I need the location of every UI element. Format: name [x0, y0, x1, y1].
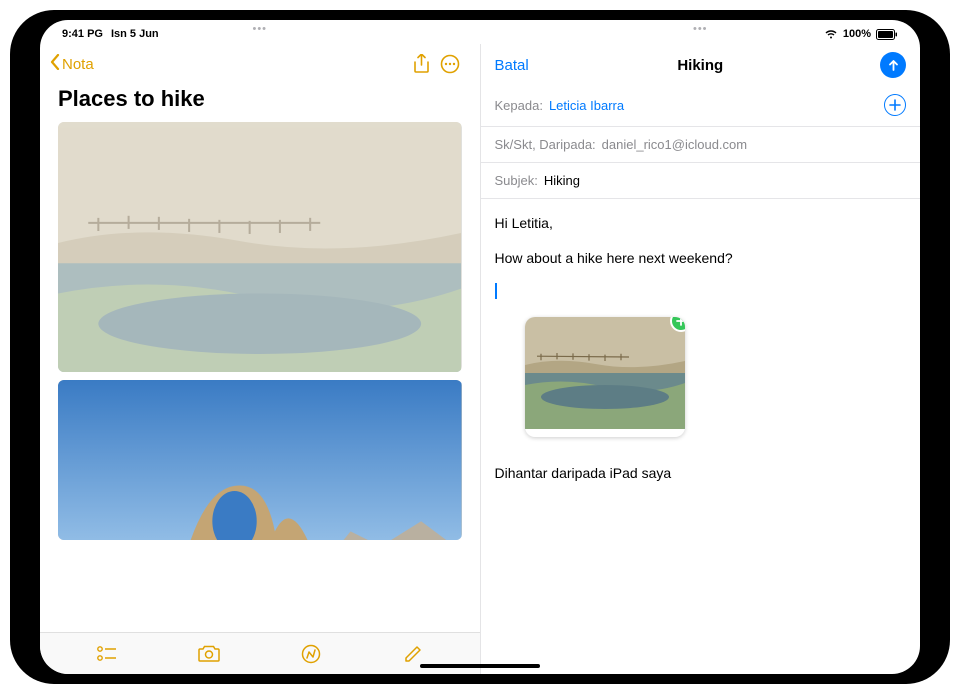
from-label: Sk/Skt, Daripada:: [495, 137, 596, 152]
mail-title: Hiking: [677, 57, 723, 74]
home-indicator[interactable]: [420, 664, 540, 668]
share-icon: [413, 54, 430, 74]
send-icon: [887, 59, 900, 72]
battery-icon: [876, 28, 898, 40]
status-battery-pct: 100%: [843, 28, 871, 40]
multitask-dots-right[interactable]: •••: [693, 23, 708, 35]
notes-toolbar: Nota: [40, 44, 480, 82]
camera-icon: [198, 645, 220, 662]
subject-label: Subjek:: [495, 173, 538, 188]
to-label: Kepada:: [495, 98, 543, 113]
markup-button[interactable]: [297, 640, 325, 668]
notes-bottom-toolbar: [40, 632, 480, 674]
note-image-1[interactable]: [58, 122, 462, 372]
mail-signature: Dihantar daripada iPad saya: [495, 463, 907, 484]
checklist-icon: [97, 646, 117, 662]
from-row[interactable]: Sk/Skt, Daripada: daniel_rico1@icloud.co…: [481, 127, 921, 163]
to-row[interactable]: Kepada: Leticia Ibarra: [481, 84, 921, 127]
ipad-frame: 9:41 PG Isn 5 Jun 100% •••: [10, 10, 950, 684]
wifi-icon: [824, 28, 838, 40]
cancel-button[interactable]: Batal: [495, 57, 529, 74]
multitask-dots-left[interactable]: •••: [252, 23, 267, 35]
note-title[interactable]: Places to hike: [40, 82, 480, 122]
back-button[interactable]: Nota: [50, 54, 94, 74]
screen: 9:41 PG Isn 5 Jun 100% •••: [40, 20, 920, 674]
compose-icon: [403, 644, 423, 664]
mail-pane: ••• Batal Hiking Kepada: Leticia Ibarra …: [481, 20, 921, 674]
to-recipient[interactable]: Leticia Ibarra: [549, 98, 624, 113]
attachment-image[interactable]: [525, 317, 685, 437]
chevron-left-icon: [50, 54, 60, 74]
body-line-2: How about a hike here next weekend?: [495, 248, 907, 269]
checklist-button[interactable]: [93, 640, 121, 668]
add-attachment-icon: [676, 317, 685, 326]
send-button[interactable]: [880, 52, 906, 78]
status-bar: 9:41 PG Isn 5 Jun 100%: [40, 20, 920, 44]
camera-button[interactable]: [195, 640, 223, 668]
text-cursor: [495, 283, 497, 299]
status-time: 9:41 PG: [62, 28, 103, 40]
more-button[interactable]: [436, 50, 464, 78]
markup-icon: [301, 644, 321, 664]
subject-value: Hiking: [544, 173, 580, 188]
mail-toolbar: Batal Hiking: [481, 44, 921, 84]
back-label: Nota: [62, 56, 94, 73]
add-contact-button[interactable]: [884, 94, 906, 116]
notes-pane: ••• Nota Places to hike: [40, 20, 480, 674]
add-contact-icon: [889, 99, 901, 111]
note-image-2[interactable]: [58, 380, 462, 540]
share-button[interactable]: [408, 50, 436, 78]
status-date: Isn 5 Jun: [111, 28, 159, 40]
more-icon: [440, 54, 460, 74]
subject-row[interactable]: Subjek: Hiking: [481, 163, 921, 199]
from-value: daniel_rico1@icloud.com: [602, 137, 747, 152]
body-greeting: Hi Letitia,: [495, 213, 907, 234]
mail-body[interactable]: Hi Letitia, How about a hike here next w…: [481, 199, 921, 674]
